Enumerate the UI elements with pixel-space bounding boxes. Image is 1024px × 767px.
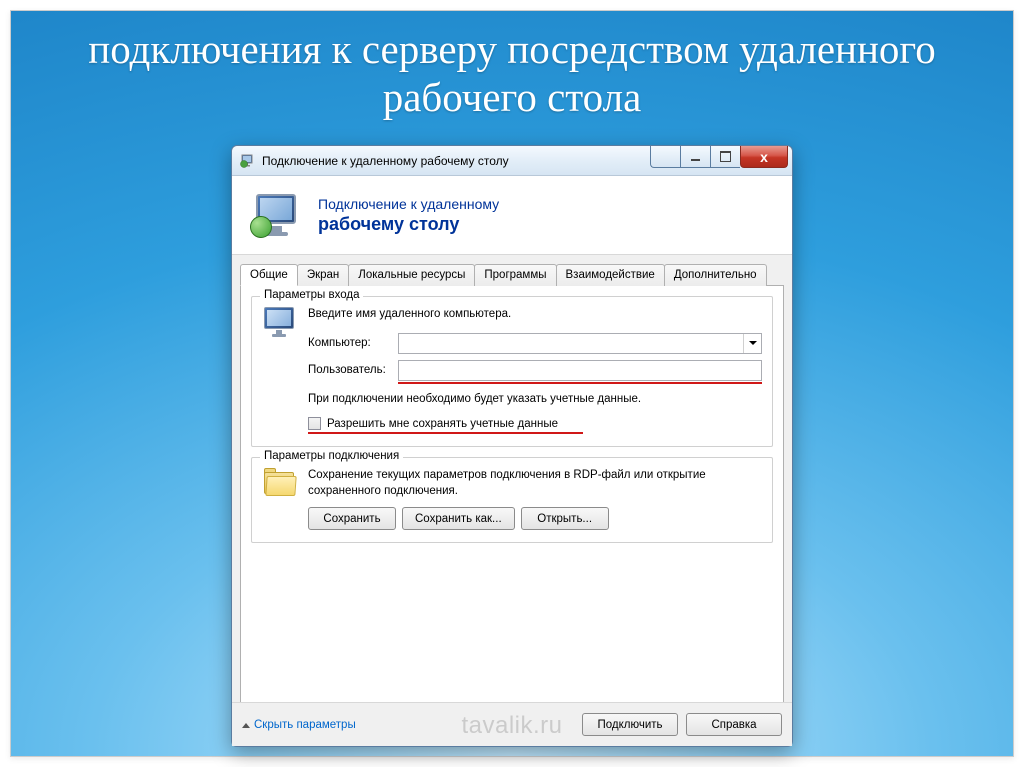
dialog-footer: Скрыть параметры Подключить Справка [232, 702, 792, 746]
save-as-button[interactable]: Сохранить как... [402, 507, 515, 530]
header-line-1: Подключение к удаленному [318, 195, 499, 213]
window-blank-button[interactable] [650, 146, 680, 168]
maximize-button[interactable] [710, 146, 740, 168]
chevron-up-icon [242, 719, 254, 731]
folder-icon [262, 468, 300, 500]
save-credentials-label: Разрешить мне сохранять учетные данные [327, 418, 558, 430]
tab-advanced[interactable]: Дополнительно [664, 264, 767, 286]
tab-panel-general: Параметры входа Введите имя удаленного к… [240, 285, 784, 705]
rdp-app-icon [240, 153, 256, 169]
minimize-button[interactable] [680, 146, 710, 168]
save-button[interactable]: Сохранить [308, 507, 396, 530]
tab-experience[interactable]: Взаимодействие [556, 264, 665, 286]
chevron-down-icon[interactable] [743, 334, 761, 353]
hide-options-link[interactable]: Скрыть параметры [242, 719, 356, 731]
rdp-header-icon [250, 192, 306, 240]
credentials-note: При подключении необходимо будет указать… [308, 392, 762, 408]
tab-display[interactable]: Экран [297, 264, 349, 286]
dialog-header: Подключение к удаленному рабочему столу [232, 176, 792, 255]
slide-title: подключения к серверу посредством удален… [11, 25, 1013, 122]
header-line-2: рабочему столу [318, 213, 499, 236]
login-settings-group: Параметры входа Введите имя удаленного к… [251, 296, 773, 447]
annotation-underline-user [398, 382, 762, 384]
titlebar[interactable]: Подключение к удаленному рабочему столу … [232, 146, 792, 176]
slide-frame: подключения к серверу посредством удален… [10, 10, 1014, 757]
open-button[interactable]: Открыть... [521, 507, 609, 530]
login-intro-text: Введите имя удаленного компьютера. [308, 307, 762, 323]
username-input[interactable] [398, 360, 762, 381]
window-title: Подключение к удаленному рабочему столу [262, 154, 509, 168]
window-controls: x [650, 141, 788, 168]
conn-group-text: Сохранение текущих параметров подключени… [308, 468, 762, 499]
user-label: Пользователь: [308, 364, 398, 376]
login-group-title: Параметры входа [260, 289, 363, 301]
tab-local-resources[interactable]: Локальные ресурсы [348, 264, 475, 286]
tab-programs[interactable]: Программы [474, 264, 556, 286]
save-credentials-checkbox[interactable] [308, 417, 321, 430]
annotation-underline-checkbox [308, 432, 583, 434]
connect-button[interactable]: Подключить [582, 713, 678, 736]
connection-settings-group: Параметры подключения Сохранение текущих… [251, 457, 773, 543]
computer-label: Компьютер: [308, 337, 398, 349]
rdp-dialog: Подключение к удаленному рабочему столу … [231, 145, 793, 747]
tabstrip: Общие Экран Локальные ресурсы Программы … [240, 264, 784, 286]
close-button[interactable]: x [740, 146, 788, 168]
conn-group-title: Параметры подключения [260, 450, 403, 462]
computer-icon [262, 307, 300, 343]
computer-combobox[interactable] [398, 333, 762, 354]
help-button[interactable]: Справка [686, 713, 782, 736]
tab-general[interactable]: Общие [240, 264, 298, 286]
